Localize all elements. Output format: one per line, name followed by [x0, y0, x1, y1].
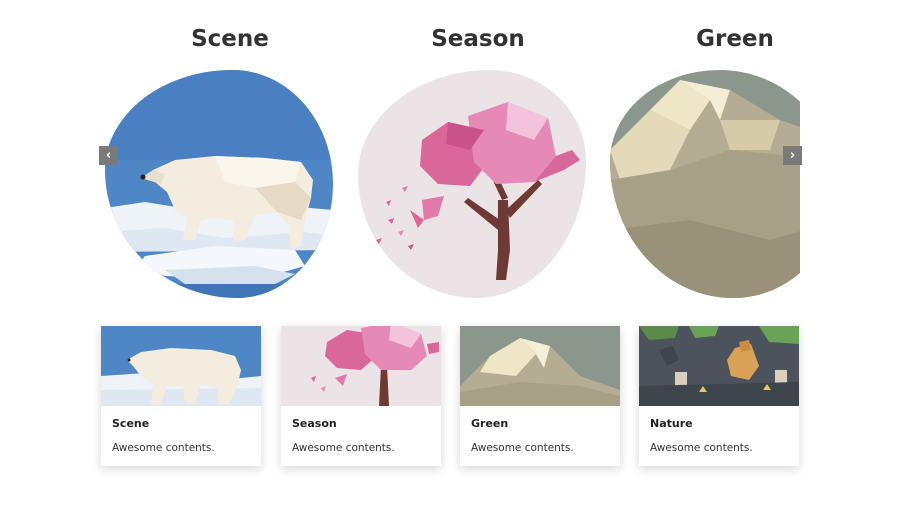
- slide-title: Green: [696, 26, 774, 52]
- card-description: Awesome contents.: [471, 442, 574, 454]
- carousel-slide-green[interactable]: Green: [610, 0, 800, 310]
- card-description: Awesome contents.: [292, 442, 395, 454]
- page: Scene Season Green ‹ › Scene Awesome con…: [0, 0, 900, 506]
- slide-title: Season: [431, 26, 525, 52]
- card-title: Season: [292, 417, 337, 430]
- carousel-slide-season[interactable]: Season: [353, 0, 603, 310]
- card-title: Nature: [650, 417, 693, 430]
- card-nature[interactable]: Nature Awesome contents.: [639, 326, 799, 466]
- card-green[interactable]: Green Awesome contents.: [460, 326, 620, 466]
- cherry-blossom-thumbnail: [281, 326, 441, 406]
- slide-title: Scene: [191, 26, 269, 52]
- card-description: Awesome contents.: [112, 442, 215, 454]
- card-scene[interactable]: Scene Awesome contents.: [101, 326, 261, 466]
- polar-bear-thumbnail: [101, 326, 261, 406]
- card-title: Scene: [112, 417, 150, 430]
- chevron-right-icon: ›: [789, 148, 796, 163]
- mountain-thumbnail: [460, 326, 620, 406]
- forest-thumbnail: [639, 326, 799, 406]
- card-season[interactable]: Season Awesome contents.: [281, 326, 441, 466]
- cherry-blossom-tree-image: [358, 70, 586, 298]
- image-carousel[interactable]: Scene Season Green: [100, 0, 800, 310]
- card-title: Green: [471, 417, 509, 430]
- carousel-prev-button[interactable]: ‹: [99, 146, 118, 165]
- carousel-slide-scene[interactable]: Scene: [105, 0, 355, 310]
- polar-bear-image: [105, 70, 333, 298]
- low-poly-mountain-image: [610, 70, 800, 298]
- chevron-left-icon: ‹: [105, 148, 112, 163]
- carousel-next-button[interactable]: ›: [783, 146, 802, 165]
- card-description: Awesome contents.: [650, 442, 753, 454]
